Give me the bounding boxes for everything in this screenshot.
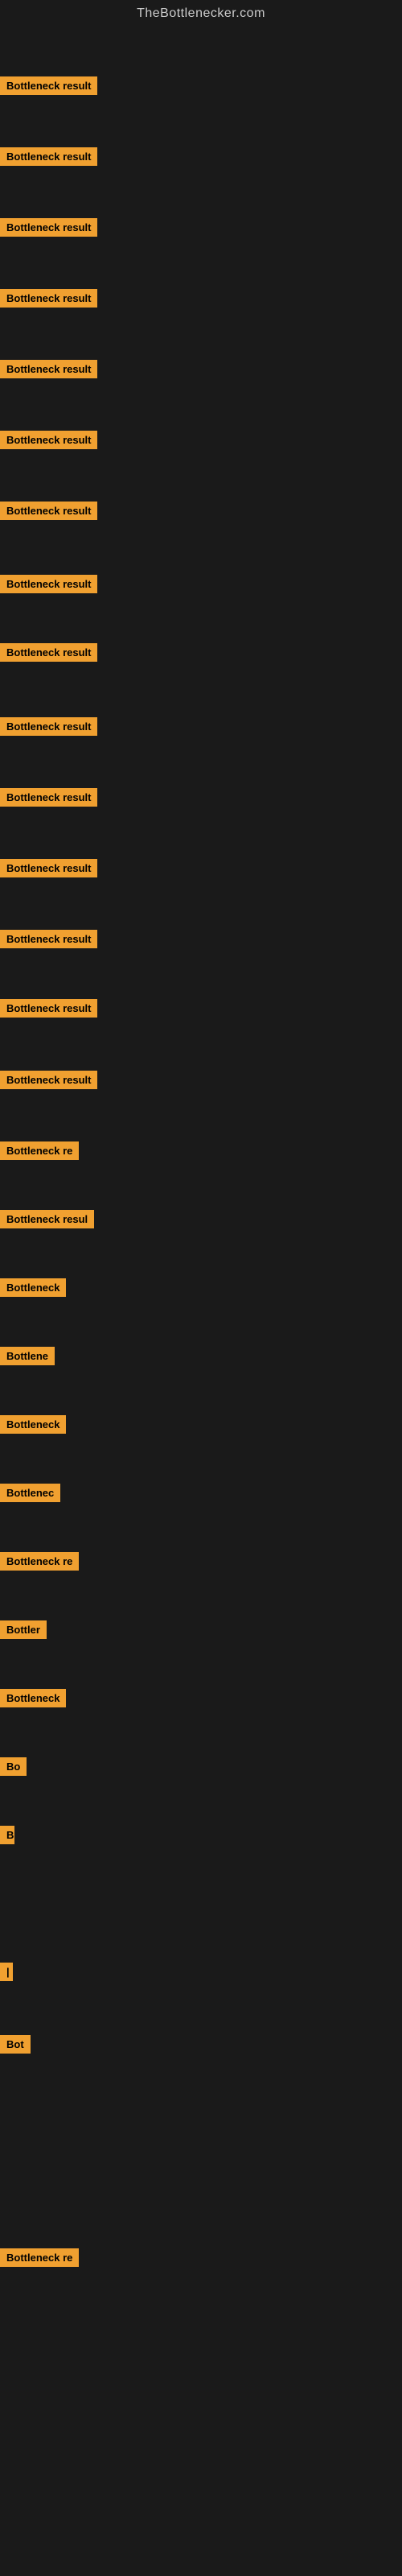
bottleneck-badge: Bottleneck resul xyxy=(0,1210,94,1228)
bottleneck-item: | xyxy=(0,1963,13,1985)
bottleneck-badge: Bottleneck result xyxy=(0,575,97,593)
bottleneck-item: Bottlene xyxy=(0,1347,55,1369)
bottleneck-badge: Bottleneck result xyxy=(0,717,97,736)
bottleneck-item: Bottleneck result xyxy=(0,859,97,881)
bottleneck-badge: | xyxy=(0,1963,13,1981)
bottleneck-badge: Bottleneck result xyxy=(0,360,97,378)
bottleneck-badge: Bottleneck re xyxy=(0,2248,79,2267)
bottleneck-item: Bottleneck result xyxy=(0,502,97,524)
bottleneck-badge: Bot xyxy=(0,2035,31,2054)
bottleneck-item: Bo xyxy=(0,1757,27,1780)
bottleneck-badge: Bottlene xyxy=(0,1347,55,1365)
bottleneck-badge: Bottleneck xyxy=(0,1278,66,1297)
bottleneck-badge: Bottler xyxy=(0,1620,47,1639)
bottleneck-item: Bottleneck xyxy=(0,1415,66,1438)
bottleneck-item: Bottleneck result xyxy=(0,431,97,453)
bottleneck-badge: Bottleneck result xyxy=(0,643,97,662)
bottleneck-badge: Bottleneck re xyxy=(0,1552,79,1571)
bottleneck-badge: Bottleneck result xyxy=(0,431,97,449)
bottleneck-badge: Bottleneck result xyxy=(0,289,97,308)
bottleneck-badge: Bottleneck result xyxy=(0,147,97,166)
bottleneck-item: Bottleneck re xyxy=(0,1141,79,1164)
bottleneck-badge: Bottleneck result xyxy=(0,1071,97,1089)
bottleneck-badge: Bottleneck result xyxy=(0,502,97,520)
bottleneck-item: Bottleneck result xyxy=(0,930,97,952)
bottleneck-item: Bot xyxy=(0,2035,31,2058)
bottleneck-item: Bottleneck xyxy=(0,1278,66,1301)
site-title: TheBottlenecker.com xyxy=(0,0,402,31)
bottleneck-item: Bottleneck result xyxy=(0,717,97,740)
bottleneck-item: Bottleneck result xyxy=(0,999,97,1022)
bottleneck-item: B xyxy=(0,1826,14,1848)
bottleneck-badge: Bo xyxy=(0,1757,27,1776)
bottleneck-badge: Bottleneck xyxy=(0,1415,66,1434)
bottleneck-item: Bottleneck result xyxy=(0,360,97,382)
bottleneck-badge: Bottleneck result xyxy=(0,859,97,877)
bottleneck-badge: B xyxy=(0,1826,14,1844)
bottleneck-item: Bottleneck result xyxy=(0,643,97,666)
bottleneck-item: Bottleneck result xyxy=(0,289,97,312)
bottleneck-badge: Bottleneck result xyxy=(0,218,97,237)
bottleneck-badge: Bottleneck result xyxy=(0,999,97,1018)
bottleneck-badge: Bottleneck result xyxy=(0,76,97,95)
bottleneck-item: Bottlenec xyxy=(0,1484,60,1506)
bottleneck-item: Bottleneck re xyxy=(0,2248,79,2271)
bottleneck-item: Bottleneck result xyxy=(0,147,97,170)
bottleneck-badge: Bottleneck xyxy=(0,1689,66,1707)
bottleneck-item: Bottleneck resul xyxy=(0,1210,94,1232)
bottleneck-badge: Bottleneck re xyxy=(0,1141,79,1160)
bottleneck-item: Bottleneck xyxy=(0,1689,66,1711)
bottleneck-item: Bottleneck result xyxy=(0,218,97,241)
bottleneck-badge: Bottleneck result xyxy=(0,788,97,807)
bottleneck-item: Bottler xyxy=(0,1620,47,1643)
bottleneck-badge: Bottlenec xyxy=(0,1484,60,1502)
bottleneck-item: Bottleneck re xyxy=(0,1552,79,1575)
bottleneck-item: Bottleneck result xyxy=(0,1071,97,1093)
bottleneck-item: Bottleneck result xyxy=(0,76,97,99)
bottleneck-badge: Bottleneck result xyxy=(0,930,97,948)
bottleneck-item: Bottleneck result xyxy=(0,575,97,597)
bottleneck-item: Bottleneck result xyxy=(0,788,97,811)
